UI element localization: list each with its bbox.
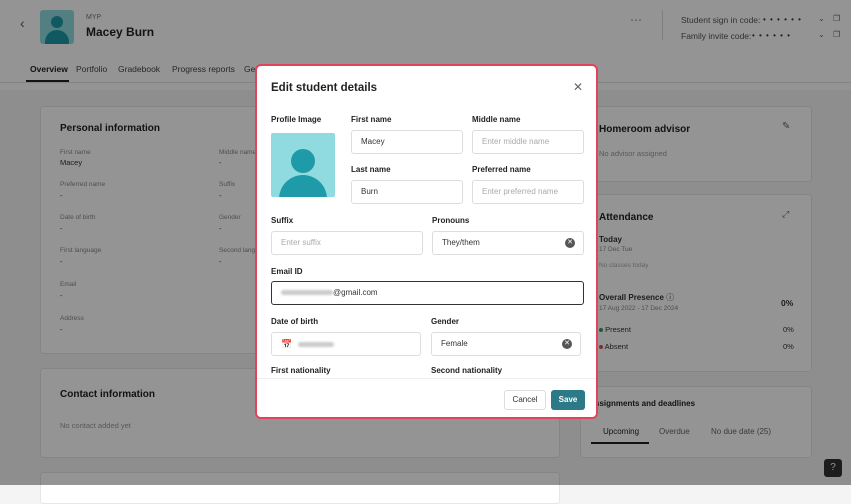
dob-label: Date of birth [271,317,319,326]
edit-student-modal: Edit student details ✕ Profile Image Fir… [255,64,598,419]
modal-title: Edit student details [271,82,378,94]
first-name-label: First name [351,115,392,124]
first-name-input[interactable]: Macey [351,130,463,154]
last-name-label: Last name [351,165,391,174]
first-nationality-label: First nationality [271,366,331,375]
pronouns-select[interactable]: They/them ✕ [432,231,584,255]
pronouns-label: Pronouns [432,216,470,225]
clear-icon[interactable]: ✕ [562,339,572,349]
gender-label: Gender [431,317,460,326]
redacted-email-user [281,290,333,296]
footer-divider [257,378,596,379]
suffix-label: Suffix [271,216,294,225]
middle-name-label: Middle name [472,115,521,124]
modal-footer [257,378,596,417]
email-label: Email ID [271,267,303,276]
email-domain: @gmail.com [333,288,378,297]
save-button[interactable]: Save [551,390,585,410]
middle-name-input[interactable]: Enter middle name [472,130,584,154]
close-icon[interactable]: ✕ [573,80,583,94]
calendar-icon: 📅 [281,339,293,349]
redacted-dob [298,342,335,348]
email-input[interactable]: @gmail.com [271,281,584,305]
second-nationality-label: Second nationality [431,366,503,375]
last-name-input[interactable]: Burn [351,180,463,204]
profile-image[interactable] [271,133,335,197]
preferred-name-label: Preferred name [472,165,531,174]
clear-icon[interactable]: ✕ [565,238,575,248]
profile-image-label: Profile Image [271,115,322,124]
cancel-button[interactable]: Cancel [504,390,546,410]
pronouns-value: They/them [442,238,480,247]
gender-value: Female [441,339,468,348]
preferred-name-input[interactable]: Enter preferred name [472,180,584,204]
dob-input[interactable]: 📅 [271,332,421,356]
gender-select[interactable]: Female ✕ [431,332,581,356]
suffix-input[interactable]: Enter suffix [271,231,423,255]
